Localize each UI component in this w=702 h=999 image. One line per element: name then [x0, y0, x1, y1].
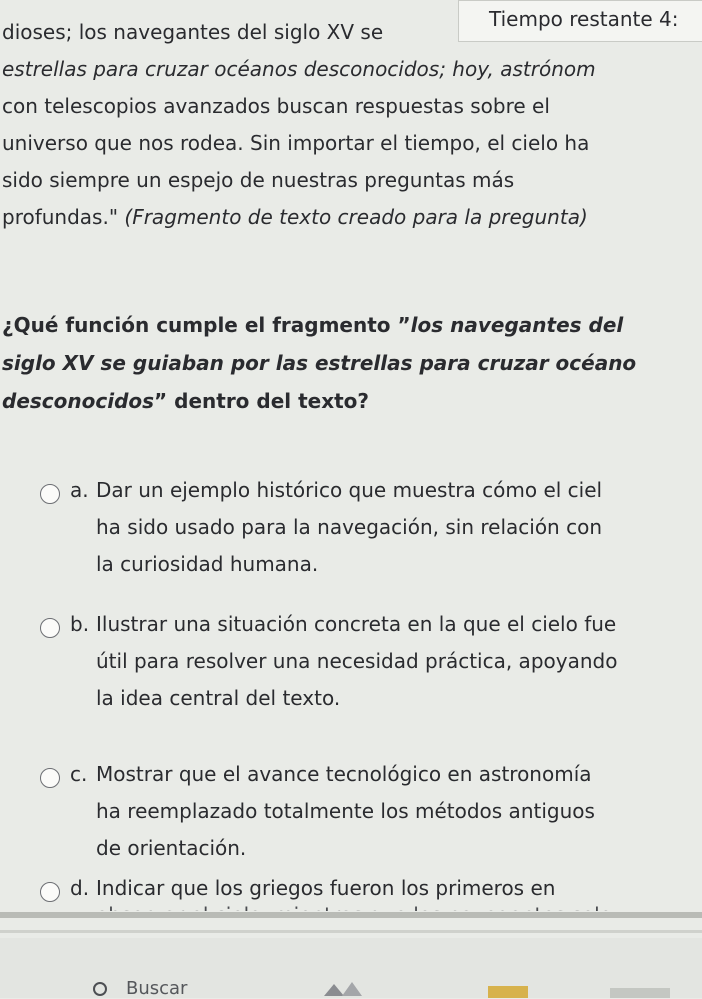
- question-line-text: ¿Qué función cumple el fragmento ”: [2, 313, 411, 337]
- option-letter: a.: [70, 478, 89, 502]
- question-line: ¿Qué función cumple el fragmento ”los na…: [2, 306, 702, 344]
- divider: [0, 930, 702, 933]
- option-d-cutoff: observar el cielo, mientras que los nave…: [96, 893, 702, 911]
- option-text: Ilustrar una situación concreta en la qu…: [96, 606, 702, 717]
- passage-line-text: dioses; los navegantes del siglo XV se: [2, 20, 384, 44]
- divider: [0, 912, 702, 918]
- passage-line: dioses; los navegantes del siglo XV se: [2, 14, 702, 51]
- option-letter: c.: [70, 762, 88, 786]
- option-line: útil para resolver una necesidad práctic…: [96, 649, 618, 673]
- passage-line: profundas." (Fragmento de texto creado p…: [2, 199, 702, 236]
- passage-line: estrellas para cruzar océanos desconocid…: [2, 51, 702, 88]
- reading-passage: dioses; los navegantes del siglo XV se e…: [0, 14, 702, 236]
- passage-line-text: profundas.": [2, 205, 119, 229]
- option-text: Dar un ejemplo histórico que muestra cóm…: [96, 472, 702, 583]
- question-line: desconocidos” dentro del texto?: [2, 382, 702, 420]
- passage-line-text: estrellas para cruzar océanos desconocid…: [2, 57, 596, 81]
- radio-button[interactable]: [40, 768, 60, 788]
- option-letter: b.: [70, 612, 90, 636]
- folder-icon[interactable]: [488, 986, 528, 998]
- passage-line-text: sido siempre un espejo de nuestras pregu…: [2, 168, 515, 192]
- option-line: la curiosidad humana.: [96, 552, 319, 576]
- passage-line: sido siempre un espejo de nuestras pregu…: [2, 162, 702, 199]
- question-line: siglo XV se guiaban por las estrellas pa…: [2, 344, 702, 382]
- passage-source-note: (Fragmento de texto creado para la pregu…: [124, 205, 588, 229]
- option-line: ha reemplazado totalmente los métodos an…: [96, 799, 595, 823]
- option-c[interactable]: c. Mostrar que el avance tecnológico en …: [0, 756, 702, 866]
- passage-line-text: universo que nos rodea. Sin importar el …: [2, 131, 590, 155]
- option-text: Mostrar que el avance tecnológico en ast…: [96, 756, 702, 867]
- passage-line: universo que nos rodea. Sin importar el …: [2, 125, 702, 162]
- passage-line: con telescopios avanzados buscan respues…: [2, 88, 702, 125]
- question-quote: desconocidos: [2, 389, 155, 413]
- option-b[interactable]: b. Ilustrar una situación concreta en la…: [0, 606, 702, 716]
- radio-button[interactable]: [40, 484, 60, 504]
- search-icon[interactable]: [93, 982, 107, 996]
- question-text: ¿Qué función cumple el fragmento ”los na…: [2, 306, 702, 420]
- taskbar: Buscar: [0, 938, 702, 999]
- option-line: observar el cielo, mientras que los nave…: [96, 897, 702, 911]
- question-line-text: ” dentro del texto?: [154, 389, 370, 413]
- app-icon[interactable]: [610, 988, 670, 998]
- option-line: Dar un ejemplo histórico que muestra cóm…: [96, 478, 603, 502]
- question-quote: los navegantes del: [410, 313, 624, 337]
- passage-line-text: con telescopios avanzados buscan respues…: [2, 94, 550, 118]
- option-line: de orientación.: [96, 836, 247, 860]
- option-line: Mostrar que el avance tecnológico en ast…: [96, 762, 592, 786]
- option-line: Ilustrar una situación concreta en la qu…: [96, 612, 617, 636]
- option-line: ha sido usado para la navegación, sin re…: [96, 515, 602, 539]
- option-a[interactable]: a. Dar un ejemplo histórico que muestra …: [0, 472, 702, 582]
- weather-icon[interactable]: [320, 978, 364, 998]
- radio-button[interactable]: [40, 618, 60, 638]
- search-input[interactable]: Buscar: [126, 978, 187, 999]
- option-letter: d.: [70, 876, 90, 900]
- option-line: la idea central del texto.: [96, 686, 341, 710]
- question-quote: siglo XV se guiaban por las estrellas pa…: [2, 351, 637, 375]
- radio-button[interactable]: [40, 882, 60, 902]
